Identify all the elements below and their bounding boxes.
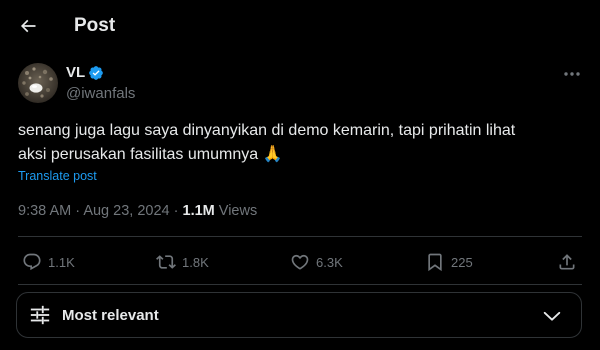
sort-label: Most relevant bbox=[62, 307, 159, 324]
more-dots-icon bbox=[564, 72, 580, 76]
tweet-text-line: aksi perusakan fasilitas umumnya 🙏 bbox=[18, 146, 283, 163]
page-title: Post bbox=[74, 15, 116, 36]
author-name[interactable]: VL bbox=[66, 63, 85, 83]
top-bar: Post bbox=[0, 0, 600, 52]
reply-icon bbox=[23, 253, 41, 271]
repost-count: 1.8K bbox=[182, 254, 209, 270]
meta-separator: · bbox=[75, 203, 81, 219]
author-handle[interactable]: @iwanfals bbox=[66, 84, 135, 104]
verified-badge-icon bbox=[88, 65, 104, 81]
divider bbox=[18, 236, 582, 237]
sliders-icon bbox=[30, 305, 50, 325]
views-count: 1.1M bbox=[182, 203, 215, 219]
bookmark-count: 225 bbox=[451, 254, 473, 270]
tweet-text-line: senang juga lagu saya dinyanyikan di dem… bbox=[18, 122, 516, 139]
share-button[interactable] bbox=[557, 250, 577, 274]
tweet-actions: 1.1K 1.8K 6.3K 225 bbox=[0, 244, 600, 280]
divider bbox=[18, 284, 582, 285]
translate-post-link[interactable]: Translate post bbox=[18, 168, 97, 184]
reply-button[interactable]: 1.1K bbox=[22, 250, 75, 274]
sort-replies-dropdown[interactable]: Most relevant bbox=[16, 292, 582, 338]
share-icon bbox=[559, 254, 575, 270]
avatar[interactable] bbox=[18, 63, 58, 103]
arrow-left-icon bbox=[20, 19, 36, 33]
bookmark-icon bbox=[428, 253, 442, 272]
reply-count: 1.1K bbox=[48, 254, 75, 270]
views-label: Views bbox=[218, 203, 258, 219]
more-options-button[interactable] bbox=[560, 64, 584, 84]
tweet-meta: 9:38 AM · Aug 23, 2024 · 1.1M Views bbox=[18, 202, 257, 220]
back-button[interactable] bbox=[14, 12, 42, 40]
like-count: 6.3K bbox=[316, 254, 343, 270]
tweet-text: senang juga lagu saya dinyanyikan di dem… bbox=[18, 119, 578, 167]
like-button[interactable]: 6.3K bbox=[290, 250, 343, 274]
heart-icon bbox=[291, 254, 309, 270]
tweet-date[interactable]: Aug 23, 2024 bbox=[83, 203, 169, 219]
chevron-down-icon bbox=[543, 311, 561, 321]
meta-separator: · bbox=[173, 203, 179, 219]
repost-icon bbox=[156, 255, 176, 269]
tweet-time[interactable]: 9:38 AM bbox=[18, 203, 71, 219]
tweet-author: VL @iwanfals bbox=[66, 63, 135, 104]
repost-button[interactable]: 1.8K bbox=[156, 250, 209, 274]
bookmark-button[interactable]: 225 bbox=[425, 250, 473, 274]
